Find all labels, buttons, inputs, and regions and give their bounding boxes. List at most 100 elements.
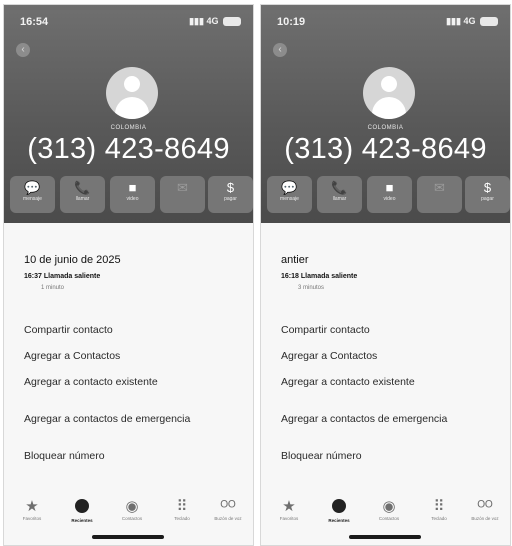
avatar	[363, 67, 415, 119]
signal-icon: ▮▮▮	[189, 16, 204, 26]
home-indicator[interactable]	[92, 535, 164, 539]
contact-header: 10:19 ▮▮▮ 4G ‹ COLOMBIA (313) 423-8649 💬…	[261, 5, 510, 223]
mail-button[interactable]: ✉	[417, 176, 462, 213]
recent-call-entry: 16:37 Llamada saliente	[24, 273, 100, 280]
recent-call-type: Llamada saliente	[300, 273, 358, 280]
tab-voicemail[interactable]: ᴼᴼ Buzón de voz	[461, 499, 509, 523]
message-button[interactable]: 💬 mensaje	[267, 176, 312, 213]
mail-button[interactable]: ✉	[160, 176, 205, 213]
person-icon: ◉	[125, 498, 139, 515]
person-icon: ◉	[382, 498, 396, 515]
message-label: mensaje	[23, 196, 42, 202]
contact-details: antier 16:18 Llamada saliente 3 minutos …	[261, 223, 510, 545]
keypad-icon: ⠿	[433, 498, 445, 515]
video-label: video	[383, 196, 396, 202]
tab-label: Buzón de voz	[471, 516, 499, 521]
status-time: 16:54	[20, 16, 49, 28]
back-icon[interactable]: ‹	[16, 43, 30, 57]
network-label: 4G	[463, 16, 476, 26]
pay-button[interactable]: $ pagar	[208, 176, 253, 213]
phone-icon: 📞	[331, 180, 348, 195]
tab-label: Teclado	[174, 516, 190, 521]
recent-call-duration: 1 minuto	[41, 285, 65, 291]
tab-bar: ★ Favoritos Recientes ◉ Contactos ⠿ Tecl…	[4, 483, 253, 545]
share-contact-option[interactable]: Compartir contacto	[281, 324, 370, 336]
message-label: mensaje	[280, 196, 299, 202]
contact-country: COLOMBIA	[110, 125, 147, 131]
star-icon: ★	[282, 498, 296, 515]
recent-call-date: 10 de junio de 2025	[24, 254, 121, 266]
pay-icon: $	[483, 180, 492, 195]
add-to-emergency-contacts-option[interactable]: Agregar a contactos de emergencia	[281, 413, 447, 425]
recent-call-entry: 16:18 Llamada saliente	[281, 273, 357, 280]
clock-icon	[58, 499, 106, 517]
battery-icon	[480, 17, 498, 27]
add-to-existing-contact-option[interactable]: Agregar a contacto existente	[24, 376, 158, 388]
call-button[interactable]: 📞 llamar	[317, 176, 362, 213]
message-button[interactable]: 💬 mensaje	[10, 176, 55, 213]
quick-actions: 💬 mensaje 📞 llamar ■ video ✉ $ pagar	[10, 176, 253, 214]
call-label: llamar	[75, 196, 90, 202]
clock-icon	[315, 499, 363, 517]
status-indicators: ▮▮▮ 4G	[189, 16, 241, 27]
voicemail-icon: ᴼᴼ	[477, 498, 493, 515]
battery-icon	[223, 17, 241, 27]
tab-contacts[interactable]: ◉ Contactos	[108, 499, 156, 523]
tab-favorites[interactable]: ★ Favoritos	[265, 499, 313, 523]
home-indicator[interactable]	[349, 535, 421, 539]
network-label: 4G	[206, 16, 219, 26]
share-contact-option[interactable]: Compartir contacto	[24, 324, 113, 336]
pay-label: pagar	[481, 196, 494, 202]
call-label: llamar	[332, 196, 347, 202]
back-icon[interactable]: ‹	[273, 43, 287, 57]
status-time: 10:19	[277, 16, 306, 28]
tab-label: Contactos	[378, 516, 400, 521]
contact-number: (313) 423-8649	[284, 133, 487, 165]
recent-call-duration: 3 minutos	[298, 285, 325, 291]
phone-screenshot-right: 10:19 ▮▮▮ 4G ‹ COLOMBIA (313) 423-8649 💬…	[260, 4, 511, 546]
add-to-contacts-option[interactable]: Agregar a Contactos	[281, 350, 377, 362]
block-number-option[interactable]: Bloquear número	[24, 450, 105, 462]
tab-label: Recientes	[328, 518, 350, 523]
status-bar: 10:19 ▮▮▮ 4G	[273, 14, 498, 30]
pay-button[interactable]: $ pagar	[465, 176, 510, 213]
quick-actions: 💬 mensaje 📞 llamar ■ video ✉ $ pagar	[267, 176, 510, 214]
recent-call-type: Llamada saliente	[43, 273, 101, 280]
add-to-contacts-option[interactable]: Agregar a Contactos	[24, 350, 120, 362]
recent-call-time: 16:37	[24, 273, 42, 280]
tab-label: Recientes	[71, 518, 93, 523]
tab-recents[interactable]: Recientes	[58, 499, 106, 525]
call-button[interactable]: 📞 llamar	[60, 176, 105, 213]
mail-icon: ✉	[177, 180, 188, 195]
video-button[interactable]: ■ video	[110, 176, 155, 213]
tab-label: Teclado	[431, 516, 447, 521]
block-number-option[interactable]: Bloquear número	[281, 450, 362, 462]
tab-keypad[interactable]: ⠿ Teclado	[158, 499, 206, 523]
recent-call-date: antier	[281, 254, 309, 266]
tab-bar: ★ Favoritos Recientes ◉ Contactos ⠿ Tecl…	[261, 483, 510, 545]
tab-label: Favoritos	[22, 516, 42, 521]
tab-favorites[interactable]: ★ Favoritos	[8, 499, 56, 523]
recent-call-time: 16:18	[281, 273, 299, 280]
tab-keypad[interactable]: ⠿ Teclado	[415, 499, 463, 523]
signal-icon: ▮▮▮	[446, 16, 461, 26]
tab-label: Buzón de voz	[214, 516, 242, 521]
star-icon: ★	[25, 498, 39, 515]
status-indicators: ▮▮▮ 4G	[446, 16, 498, 27]
add-to-existing-contact-option[interactable]: Agregar a contacto existente	[281, 376, 415, 388]
tab-label: Favoritos	[279, 516, 299, 521]
tab-recents[interactable]: Recientes	[315, 499, 363, 525]
avatar	[106, 67, 158, 119]
message-icon: 💬	[281, 180, 298, 195]
video-icon: ■	[385, 180, 394, 195]
add-to-emergency-contacts-option[interactable]: Agregar a contactos de emergencia	[24, 413, 190, 425]
phone-screenshot-left: 16:54 ▮▮▮ 4G ‹ COLOMBIA (313) 423-8649 💬…	[3, 4, 254, 546]
tab-contacts[interactable]: ◉ Contactos	[365, 499, 413, 523]
tab-voicemail[interactable]: ᴼᴼ Buzón de voz	[204, 499, 252, 523]
contact-header: 16:54 ▮▮▮ 4G ‹ COLOMBIA (313) 423-8649 💬…	[4, 5, 253, 223]
contact-number: (313) 423-8649	[27, 133, 230, 165]
tab-label: Contactos	[121, 516, 143, 521]
video-button[interactable]: ■ video	[367, 176, 412, 213]
status-bar: 16:54 ▮▮▮ 4G	[16, 14, 241, 30]
voicemail-icon: ᴼᴼ	[220, 498, 236, 515]
